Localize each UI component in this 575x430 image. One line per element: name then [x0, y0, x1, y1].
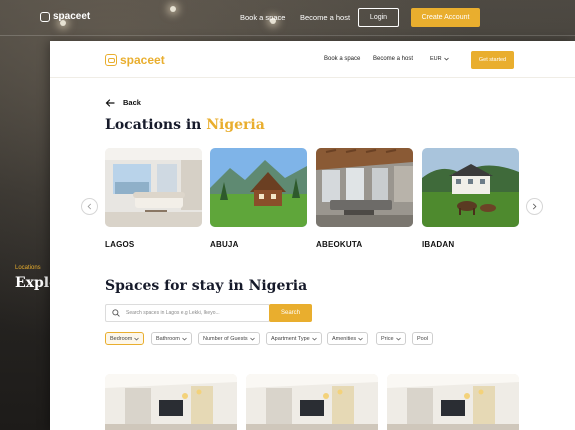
- logo-text: spaceet: [120, 53, 165, 67]
- logo[interactable]: spaceet: [105, 53, 165, 67]
- locations-title-accent: Nigeria: [206, 117, 265, 133]
- filter-label: Bathroom: [156, 335, 180, 342]
- become-host-link[interactable]: Become a host: [373, 56, 413, 62]
- space-image: [246, 374, 378, 430]
- currency-label: EUR: [430, 56, 442, 62]
- chevron-left-icon: [87, 203, 92, 210]
- chevron-down-icon: [311, 337, 317, 341]
- space-card[interactable]: [105, 374, 237, 430]
- background-login-button[interactable]: Login: [358, 8, 399, 27]
- filter-label: Amenities: [332, 335, 357, 342]
- search-input[interactable]: Search spaces in Lagos e.g Lekki, Ikeyo.…: [105, 304, 270, 322]
- filter-amenities[interactable]: Amenities: [327, 332, 369, 345]
- background-logo-text: spaceet: [53, 11, 91, 22]
- filter-bedroom[interactable]: Bedroom: [105, 332, 145, 345]
- locations-title: Locations in Nigeria: [105, 117, 265, 133]
- location-image: [316, 148, 413, 227]
- location-image: [105, 148, 202, 227]
- filter-number-of-guests[interactable]: Number of Guests: [198, 332, 260, 345]
- carousel-next-button[interactable]: [526, 198, 543, 215]
- search-icon: [112, 309, 120, 317]
- background-navbar: spaceet Book a space Become a host Login…: [0, 0, 575, 36]
- get-started-button[interactable]: Get started: [471, 51, 514, 69]
- filter-label: Price: [381, 335, 394, 342]
- search-button[interactable]: Search: [269, 304, 312, 322]
- filter-label: Number of Guests: [203, 335, 248, 342]
- space-card[interactable]: [246, 374, 378, 430]
- space-image: [105, 374, 237, 430]
- location-name: IBADAN: [422, 240, 455, 249]
- filter-label: Bedroom: [110, 335, 133, 342]
- chevron-right-icon: [532, 203, 537, 210]
- space-card[interactable]: [387, 374, 519, 430]
- locations-window: spaceet Book a space Become a host EUR G…: [50, 41, 575, 430]
- chevron-down-icon: [182, 337, 187, 341]
- carousel-prev-button[interactable]: [81, 198, 98, 215]
- search-placeholder: Search spaces in Lagos e.g Lekki, Ikeyo.…: [126, 310, 220, 316]
- background-logo[interactable]: spaceet: [40, 11, 90, 22]
- filter-price[interactable]: Price: [376, 332, 406, 345]
- filter-apartment-type[interactable]: Apartment Type: [266, 332, 322, 345]
- background-create-account-button[interactable]: Create Account: [411, 8, 480, 27]
- filter-pool[interactable]: Pool: [412, 332, 434, 345]
- chevron-down-icon: [134, 337, 140, 341]
- back-label: Back: [123, 98, 141, 107]
- space-image: [387, 374, 519, 430]
- filter-bathroom[interactable]: Bathroom: [151, 332, 192, 345]
- currency-select[interactable]: EUR: [430, 56, 449, 62]
- filter-label: Pool: [417, 335, 429, 342]
- book-space-link[interactable]: Book a space: [324, 56, 360, 62]
- chevron-down-icon: [395, 337, 401, 341]
- location-card-lagos[interactable]: LAGOS: [105, 148, 202, 249]
- location-image: [210, 148, 307, 227]
- location-name: LAGOS: [105, 240, 135, 249]
- background-book-space-link[interactable]: Book a space: [240, 13, 285, 22]
- locations-title-prefix: Locations in: [105, 117, 207, 133]
- location-name: ABUJA: [210, 240, 239, 249]
- location-card-abeokuta[interactable]: ABEOKUTA: [316, 148, 413, 249]
- spaces-title: Spaces for stay in Nigeria: [105, 278, 308, 294]
- location-image: [422, 148, 519, 227]
- back-link[interactable]: Back: [105, 98, 141, 107]
- logo-icon: [40, 11, 50, 22]
- background-become-host-link[interactable]: Become a host: [300, 13, 350, 22]
- chevron-down-icon: [443, 57, 449, 61]
- location-card-abuja[interactable]: ABUJA: [210, 148, 307, 249]
- navbar: spaceet Book a space Become a host EUR G…: [50, 41, 575, 78]
- chevron-down-icon: [358, 337, 363, 341]
- background-hero-eyebrow: Locations: [15, 265, 41, 271]
- filter-label: Apartment Type: [271, 335, 310, 342]
- logo-icon: [105, 54, 117, 66]
- chevron-down-icon: [249, 337, 255, 341]
- location-card-ibadan[interactable]: IBADAN: [422, 148, 519, 249]
- location-name: ABEOKUTA: [316, 240, 363, 249]
- arrow-left-icon: [105, 98, 115, 107]
